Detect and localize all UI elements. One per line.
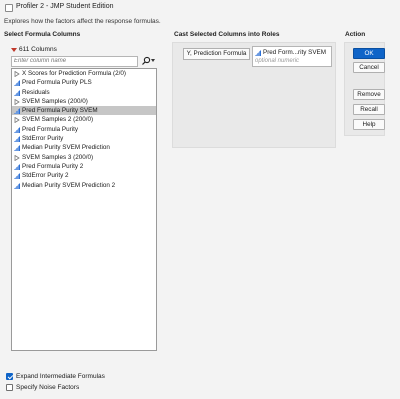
column-list-item-label: SVEM Samples 2 (200/0) — [22, 116, 94, 124]
column-filter-input[interactable] — [12, 58, 132, 64]
expand-intermediate-formulas-checkbox[interactable] — [6, 373, 13, 380]
continuous-formula-icon — [14, 80, 20, 87]
column-count-toggle[interactable]: 611 Columns — [11, 46, 57, 53]
column-list-item[interactable]: StdError Purity — [12, 134, 156, 143]
column-count-label: 611 Columns — [19, 46, 57, 53]
remove-button[interactable]: Remove — [353, 89, 385, 100]
column-list-item[interactable]: Pred Formula Purity — [12, 125, 156, 134]
column-list-item[interactable]: Pred Formula Purity PLS — [12, 78, 156, 87]
title-bar: Profiler 2 - JMP Student Edition — [0, 0, 400, 16]
continuous-formula-icon — [14, 182, 20, 189]
group-icon — [14, 154, 20, 161]
optional-numeric-hint: optional numeric — [255, 58, 300, 64]
continuous-formula-icon — [14, 108, 20, 115]
continuous-formula-icon — [14, 145, 20, 152]
roles-heading: Cast Selected Columns into Roles — [174, 31, 280, 38]
column-list-item-label: Pred Formula Purity — [22, 125, 78, 133]
select-columns-heading: Select Formula Columns — [4, 31, 81, 38]
continuous-formula-icon — [14, 89, 20, 96]
column-list-item[interactable]: Residuals — [12, 88, 156, 97]
column-list-item[interactable]: Median Purity SVEM Prediction 2 — [12, 181, 156, 190]
group-icon — [14, 117, 20, 124]
column-list-item[interactable]: Median Purity SVEM Prediction — [12, 143, 156, 152]
ok-button[interactable]: OK — [353, 48, 385, 59]
continuous-formula-icon — [14, 126, 20, 133]
column-list-item-label: Pred Formula Purity PLS — [22, 79, 92, 87]
specify-noise-factors-option[interactable]: Specify Noise Factors — [6, 384, 79, 391]
assigned-column-label: Pred Form...rity SVEM — [263, 49, 326, 56]
column-list-item-label: StdError Purity — [22, 135, 64, 143]
column-list-item[interactable]: SVEM Samples 3 (200/0) — [12, 153, 156, 162]
recall-button[interactable]: Recall — [353, 104, 385, 115]
group-icon — [14, 71, 20, 77]
cancel-button[interactable]: Cancel — [353, 62, 385, 73]
column-list-item-label: SVEM Samples (200/0) — [22, 97, 88, 105]
expand-intermediate-formulas-label: Expand Intermediate Formulas — [16, 373, 105, 380]
column-list-item[interactable]: StdError Purity 2 — [12, 171, 156, 180]
column-filter[interactable] — [11, 56, 138, 67]
dialog-description: Explores how the factors affect the resp… — [4, 18, 161, 25]
help-button[interactable]: Help — [353, 119, 385, 130]
column-list-item-label: Median Purity SVEM Prediction 2 — [22, 181, 116, 189]
app-window-icon — [5, 4, 13, 12]
group-icon — [14, 98, 20, 105]
column-list-item-label: Median Purity SVEM Prediction — [22, 144, 110, 152]
column-list-item-label: SVEM Samples 3 (200/0) — [22, 153, 94, 161]
specify-noise-factors-checkbox[interactable] — [6, 384, 13, 391]
assigned-column-item[interactable]: Pred Form...rity SVEM — [255, 49, 326, 56]
column-list-item[interactable]: SVEM Samples 2 (200/0) — [12, 115, 156, 124]
y-prediction-formula-role-list[interactable]: Pred Form...rity SVEM optional numeric — [252, 46, 332, 67]
column-list-item-label: Pred Formula Purity SVEM — [22, 107, 98, 115]
action-heading: Action — [345, 31, 366, 38]
filter-options-dropdown-icon[interactable] — [151, 59, 155, 62]
disclosure-triangle-icon — [11, 47, 17, 52]
continuous-formula-icon — [255, 50, 261, 56]
column-list-item-label: X Scores for Prediction Formula (2/0) — [22, 70, 126, 77]
column-list-item-label: StdError Purity 2 — [22, 172, 69, 180]
column-list-item-label: Pred Formula Purity 2 — [22, 162, 84, 170]
column-list-item[interactable]: X Scores for Prediction Formula (2/0) — [12, 69, 156, 78]
column-list[interactable]: X Scores for Prediction Formula (2/0) Pre… — [11, 68, 157, 351]
continuous-formula-icon — [14, 173, 20, 180]
search-icon[interactable] — [141, 56, 151, 66]
continuous-formula-icon — [14, 163, 20, 170]
column-list-item[interactable]: Pred Formula Purity SVEM — [12, 106, 156, 116]
expand-intermediate-formulas-option[interactable]: Expand Intermediate Formulas — [6, 373, 105, 380]
column-list-item[interactable]: SVEM Samples (200/0) — [12, 97, 156, 106]
specify-noise-factors-label: Specify Noise Factors — [16, 384, 80, 391]
column-list-item-label: Residuals — [22, 88, 50, 96]
continuous-formula-icon — [14, 136, 20, 143]
y-prediction-formula-button[interactable]: Y, Prediction Formula — [183, 48, 250, 60]
column-list-item[interactable]: Pred Formula Purity 2 — [12, 162, 156, 171]
window-title: Profiler 2 - JMP Student Edition — [16, 3, 114, 10]
